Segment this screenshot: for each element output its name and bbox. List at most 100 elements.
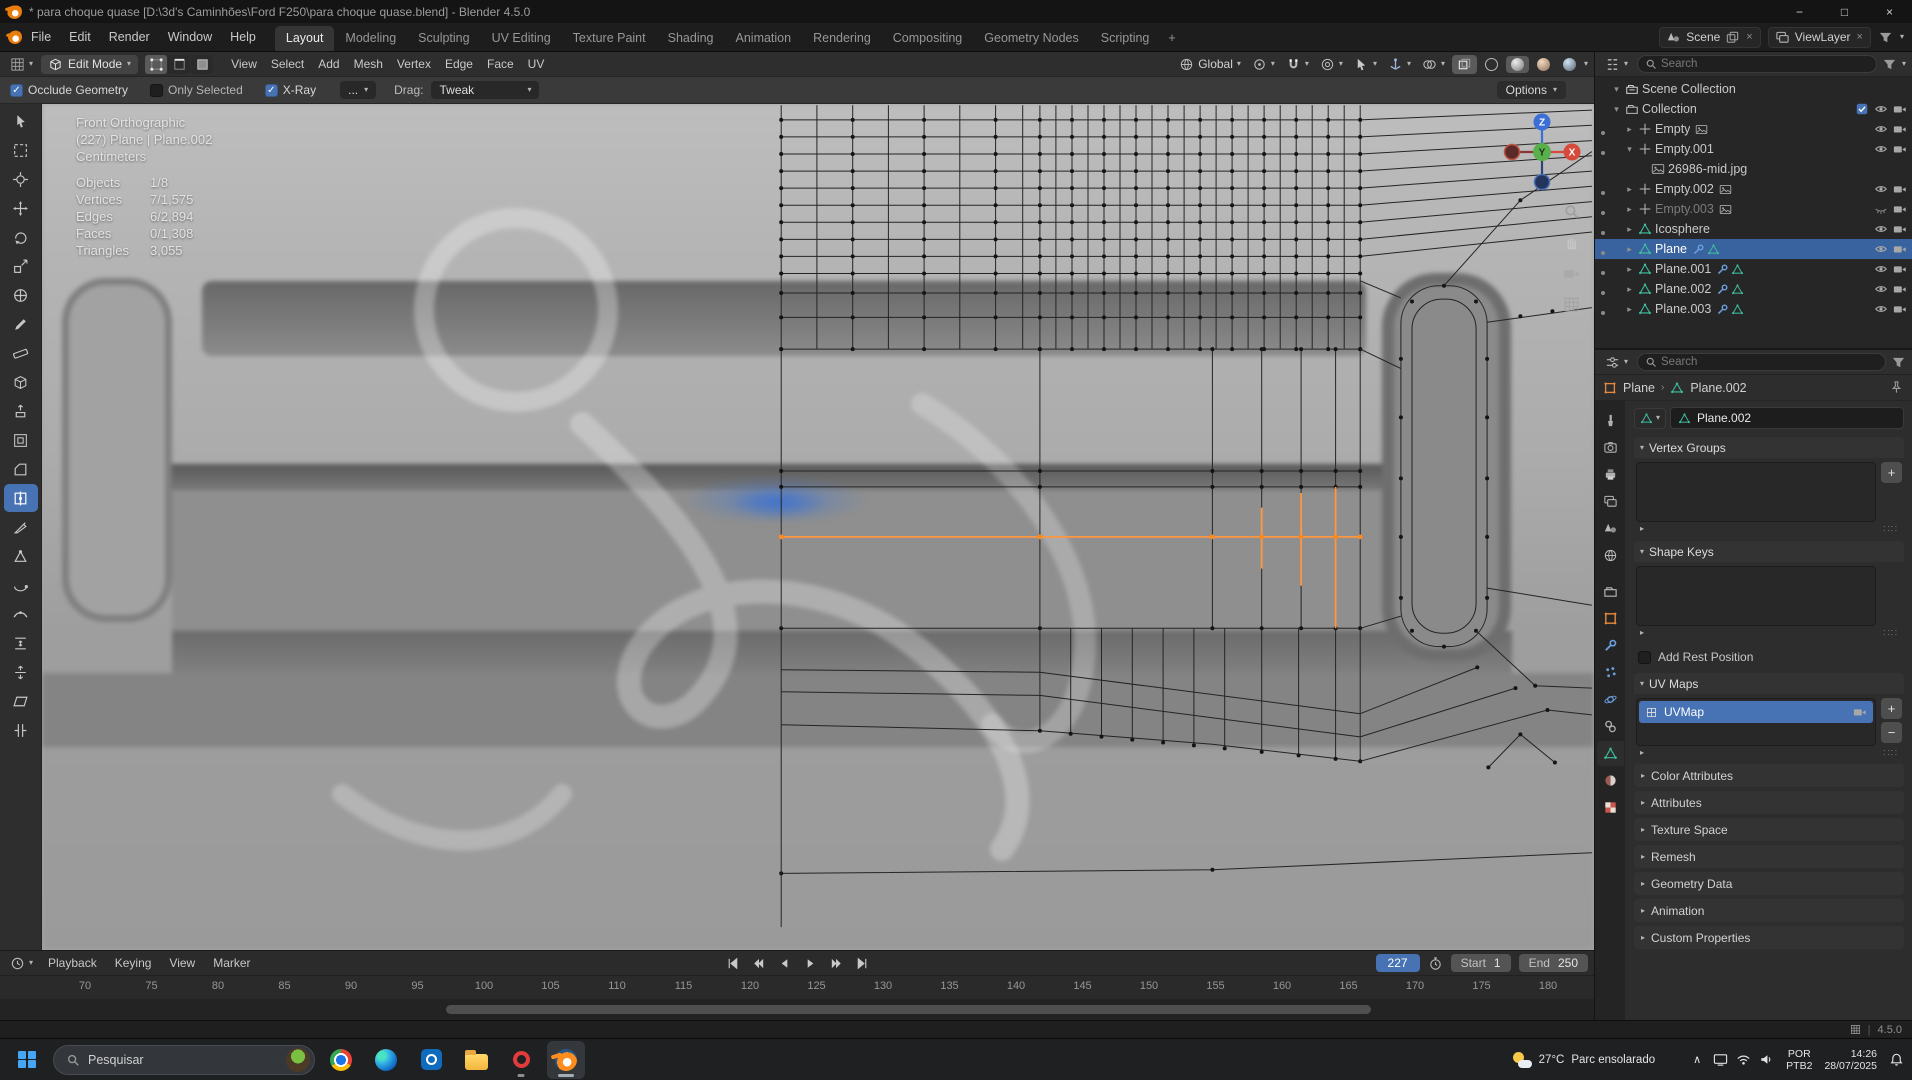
camera-view-button[interactable] [1560,262,1582,284]
workspace-tab-uv-editing[interactable]: UV Editing [481,26,562,51]
remove-viewlayer-icon[interactable]: × [1856,31,1864,43]
tool-shear[interactable] [4,687,38,715]
taskbar-search[interactable] [53,1044,315,1075]
minimize-button[interactable]: − [1777,0,1822,23]
tool-inset[interactable] [4,426,38,454]
workspace-tab-modeling[interactable]: Modeling [334,26,407,51]
menu-file[interactable]: File [22,27,60,47]
remove-button[interactable]: − [1881,722,1902,743]
panel-texture-space[interactable]: ▸ Texture Space [1634,818,1904,841]
play-reverse-button[interactable] [772,954,796,973]
tool-rip[interactable] [4,716,38,744]
tool-annotate[interactable] [4,310,38,338]
camera-icon[interactable] [1893,302,1907,316]
eye-icon[interactable] [1874,102,1888,116]
eye-icon[interactable] [1874,282,1888,296]
workspace-tab-texture-paint[interactable]: Texture Paint [562,26,657,51]
eye-icon[interactable] [1874,142,1888,156]
new-scene-icon[interactable] [1725,30,1740,45]
viewlayer-selector[interactable]: ViewLayer × [1767,26,1871,48]
properties-tab-object-data[interactable] [1596,741,1624,766]
properties-tab-object[interactable] [1597,606,1624,631]
properties-filter-icon[interactable] [1891,355,1906,370]
outliner-row-plane-003[interactable]: ▸ Plane.003 [1595,299,1912,319]
datablock-type-dropdown[interactable]: ▾ [1634,407,1667,429]
panel-custom-properties[interactable]: ▸ Custom Properties [1634,926,1904,949]
jump-to-end-button[interactable] [850,954,874,973]
shading-wireframe-button[interactable] [1480,56,1503,73]
add-rest-position-checkbox[interactable] [1638,650,1651,664]
camera-icon[interactable] [1893,222,1907,236]
shading-solid-button[interactable] [1505,55,1529,73]
play-button[interactable] [798,954,822,973]
tool-spin[interactable] [4,571,38,599]
outlook-app-icon[interactable] [412,1041,450,1079]
panel-animation[interactable]: ▸ Animation [1634,899,1904,922]
workspace-tab-scripting[interactable]: Scripting [1090,26,1161,51]
panel-header-uv-maps[interactable]: ▾ UV Maps [1634,673,1904,694]
list-specials[interactable]: ▸ [1640,525,1644,533]
weather-widget[interactable]: 27°C Parc ensolarado [1512,1051,1655,1069]
tool-tweak[interactable] [4,107,38,135]
vp-menu-view[interactable]: View [224,54,264,74]
list-specials[interactable]: ▸ [1640,629,1644,637]
outliner-filter-icon[interactable] [1882,57,1897,72]
eye-icon[interactable] [1874,302,1888,316]
camera-icon[interactable] [1893,122,1907,136]
stopwatch-icon[interactable] [1428,956,1443,971]
tool-scale[interactable] [4,252,38,280]
tool-cursor[interactable] [4,165,38,193]
eye-icon[interactable] [1874,262,1888,276]
camera-icon[interactable] [1893,282,1907,296]
outliner-search[interactable] [1637,55,1877,73]
transform-orientation-dropdown[interactable]: Global ▾ [1175,55,1245,74]
menu-render[interactable]: Render [100,27,159,47]
shading-material-button[interactable] [1532,56,1555,73]
panel-color-attributes[interactable]: ▸ Color Attributes [1634,764,1904,787]
tool-bevel[interactable] [4,455,38,483]
workspace-tab-compositing[interactable]: Compositing [882,26,973,51]
navigation-gizmo[interactable]: Z X Y [1499,109,1585,195]
pivot-point-dropdown[interactable]: ▾ [1248,55,1279,74]
check-icon[interactable] [1855,102,1869,116]
options-dropdown[interactable]: Options ▾ [1496,81,1566,99]
start-frame-field[interactable]: Start 1 [1450,954,1511,972]
eye-off-icon[interactable] [1874,202,1888,216]
filter-icon[interactable] [1878,30,1893,45]
outliner-row-plane[interactable]: ▸ Plane [1595,239,1912,259]
workspace-tab-layout[interactable]: Layout [274,26,335,51]
panel-geometry-data[interactable]: ▸ Geometry Data [1634,872,1904,895]
outliner-row-scene-collection[interactable]: ▾ Scene Collection [1595,79,1912,99]
resize-grip[interactable]: ∷∷ [1883,748,1898,759]
menu-help[interactable]: Help [221,27,265,47]
edit-mesh-wireframe[interactable] [42,104,1594,950]
vertex-select-button[interactable] [145,54,168,74]
shape-keys-list[interactable] [1636,566,1876,626]
snap-toggle[interactable]: ▾ [1282,55,1313,74]
vp-menu-edge[interactable]: Edge [438,54,480,74]
tool-transform[interactable] [4,281,38,309]
chrome-app-icon[interactable] [322,1041,360,1079]
axis-z-negative[interactable] [1533,173,1551,191]
face-select-button[interactable] [191,54,214,74]
xray-checkbox[interactable] [264,83,278,97]
taskbar-search-input[interactable] [88,1052,278,1067]
workspace-tab-sculpting[interactable]: Sculpting [407,26,480,51]
ortho-toggle-button[interactable] [1560,293,1582,315]
camera-icon[interactable] [1853,705,1867,719]
outliner-search-input[interactable] [1661,58,1869,70]
camera-icon[interactable] [1893,182,1907,196]
outliner-options-icon[interactable]: ▾ [1902,60,1906,68]
tl-menu-marker[interactable]: Marker [204,953,259,973]
properties-tab-render[interactable] [1597,435,1624,460]
properties-tab-world[interactable] [1597,543,1624,568]
vp-menu-select[interactable]: Select [264,54,311,74]
vp-menu-face[interactable]: Face [480,54,521,74]
only-selected-checkbox[interactable] [150,83,164,97]
close-button[interactable]: × [1867,0,1912,23]
tool-move[interactable] [4,194,38,222]
camera-icon[interactable] [1893,242,1907,256]
properties-tab-material[interactable] [1597,768,1624,793]
select-tool-visibility[interactable]: ▾ [1350,55,1381,74]
vp-menu-add[interactable]: Add [311,54,346,74]
